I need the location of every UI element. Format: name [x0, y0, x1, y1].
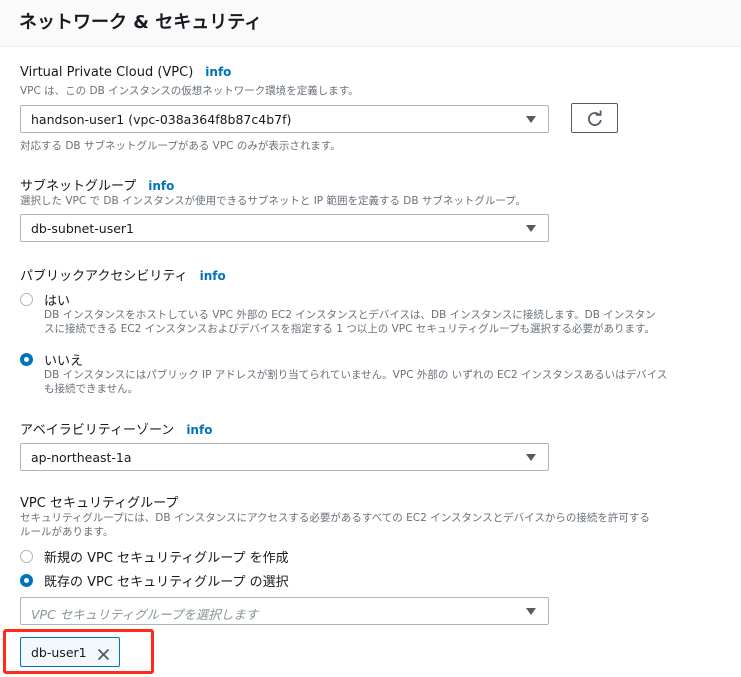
availability-zone-field: アベイラビリティーゾーン info: [20, 419, 212, 438]
public-access-yes-radio[interactable]: [20, 293, 33, 306]
caret-down-icon: [526, 608, 536, 615]
caret-down-icon: [526, 116, 536, 123]
public-access-field: パブリックアクセシビリティ info: [20, 265, 226, 284]
public-access-no-description-1: DB インスタンスにはパブリック IP アドレスが割り当てられていません。VPC…: [44, 369, 668, 381]
subnet-group-label: サブネットグループ: [20, 179, 137, 194]
vpc-hint: 対応する DB サブネットグループがある VPC のみが表示されます。: [20, 140, 341, 152]
public-access-no-label[interactable]: いいえ: [44, 350, 83, 369]
vpc-info-link[interactable]: info: [205, 65, 231, 79]
security-group-select[interactable]: VPC セキュリティグループを選択します: [20, 597, 549, 625]
availability-zone-selected-value: ap-northeast-1a: [31, 450, 132, 465]
subnet-group-selected-value: db-subnet-user1: [31, 221, 134, 236]
vpc-field: Virtual Private Cloud (VPC) info: [20, 65, 231, 80]
security-group-existing-radio[interactable]: [20, 574, 33, 587]
availability-zone-select[interactable]: ap-northeast-1a: [20, 443, 549, 471]
subnet-group-select[interactable]: db-subnet-user1: [20, 214, 549, 242]
security-group-new-label[interactable]: 新規の VPC セキュリティグループ を作成: [44, 547, 289, 566]
public-access-no-radio[interactable]: [20, 353, 33, 366]
section-title: ネットワーク & セキュリティ: [19, 12, 263, 33]
security-group-placeholder: VPC セキュリティグループを選択します: [31, 607, 259, 622]
public-access-no-description-2: も接続できません。: [44, 383, 139, 395]
security-group-new-radio[interactable]: [20, 550, 33, 563]
subnet-group-description: 選択した VPC で DB インスタンスが使用できるサブネットと IP 範囲を定…: [20, 195, 526, 207]
refresh-icon: [588, 110, 602, 126]
vpc-selected-value: handson-user1 (vpc-038a364f8b87c4b7f): [31, 112, 292, 127]
public-access-info-link[interactable]: info: [200, 269, 226, 283]
refresh-vpc-button[interactable]: [571, 103, 618, 133]
caret-down-icon: [526, 454, 536, 461]
security-group-existing-label[interactable]: 既存の VPC セキュリティグループ の選択: [44, 571, 289, 590]
subnet-group-field: サブネットグループ info: [20, 175, 174, 194]
vpc-description: VPC は、この DB インスタンスの仮想ネットワーク環境を定義します。: [20, 85, 359, 97]
security-group-label: VPC セキュリティグループ: [20, 496, 179, 511]
vpc-label: Virtual Private Cloud (VPC): [20, 65, 194, 80]
availability-zone-label: アベイラビリティーゾーン: [20, 423, 175, 438]
highlight-annotation: [3, 629, 154, 674]
public-access-label: パブリックアクセシビリティ: [20, 269, 188, 284]
caret-down-icon: [526, 225, 536, 232]
public-access-yes-description-1: DB インスタンスをホストしている VPC 外部の EC2 インスタンスとデバイ…: [44, 309, 656, 321]
public-access-yes-label[interactable]: はい: [44, 290, 70, 309]
subnet-group-info-link[interactable]: info: [148, 179, 174, 193]
section-header: ネットワーク & セキュリティ: [0, 0, 741, 47]
public-access-yes-description-2: スに接続できる EC2 インスタンスおよびデバイスを指定する 1 つ以上の VP…: [44, 323, 655, 335]
security-group-description-1: セキュリティグループには、DB インスタンスにアクセスする必要があるすべての E…: [20, 512, 650, 524]
availability-zone-info-link[interactable]: info: [186, 423, 212, 437]
security-group-description-2: ルールがあります。: [20, 526, 114, 538]
vpc-select[interactable]: handson-user1 (vpc-038a364f8b87c4b7f): [20, 105, 549, 133]
